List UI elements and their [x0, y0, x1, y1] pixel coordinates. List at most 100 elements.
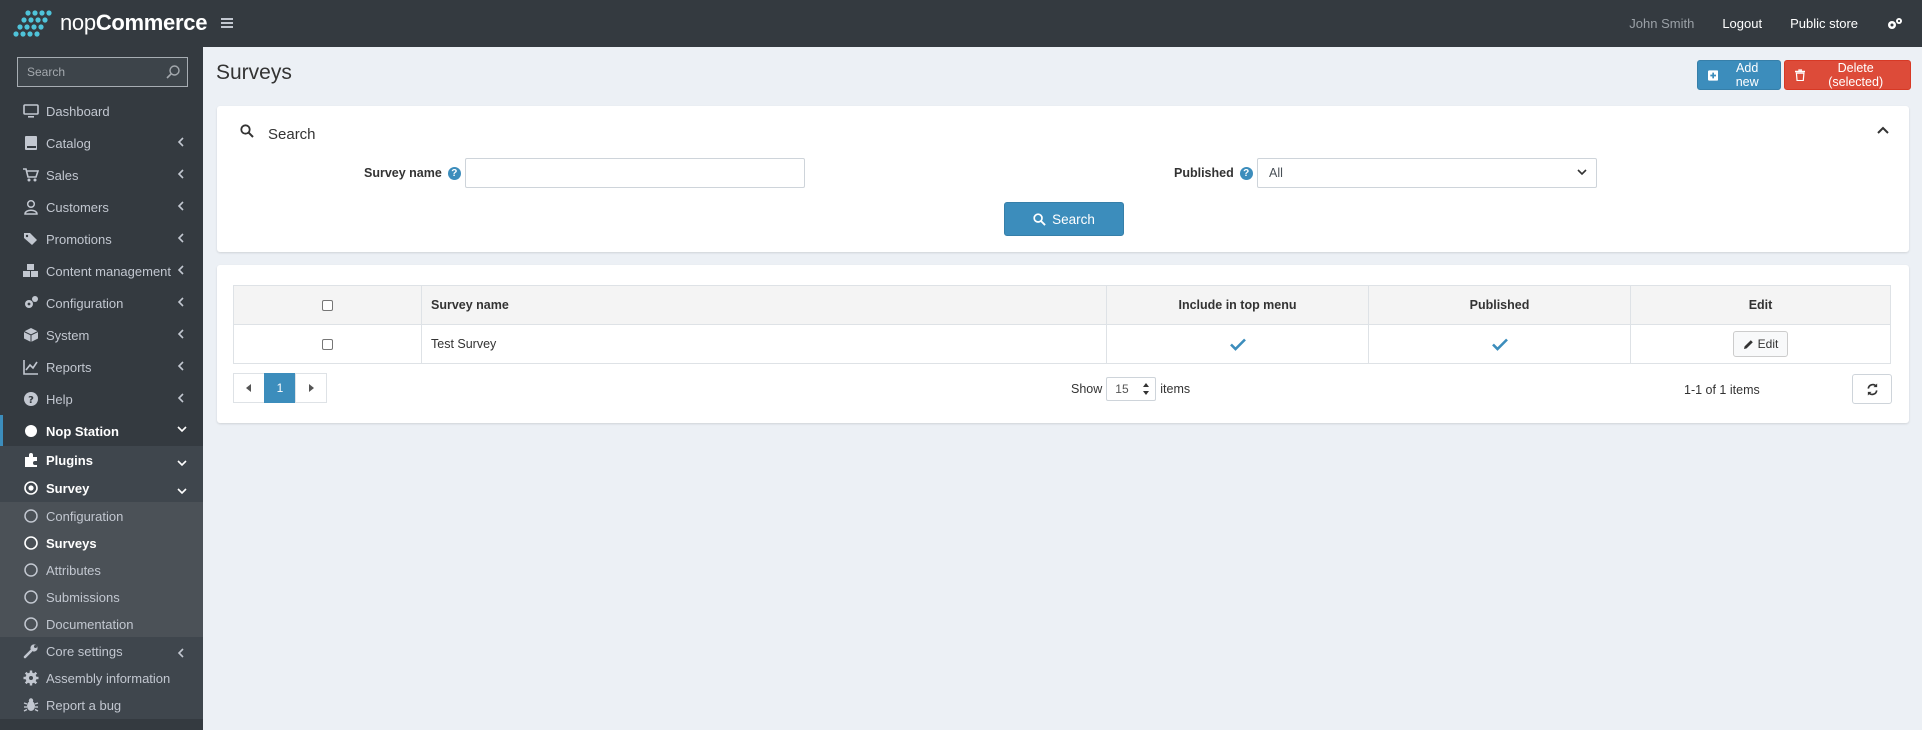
nopcommerce-logo-icon — [13, 10, 52, 37]
sidebar-item-promotions[interactable]: Promotions — [0, 223, 203, 255]
sidebar-item-reports[interactable]: Reports — [0, 351, 203, 383]
sidebar-item-label: System — [46, 328, 90, 343]
sidebar-item-survey[interactable]: Survey — [0, 474, 203, 502]
edit-button[interactable]: Edit — [1732, 331, 1789, 357]
edit-cell: Edit — [1630, 324, 1891, 364]
published-label: Published ? — [1174, 166, 1253, 180]
search-panel: Search Survey name ? Published ? All Sea… — [217, 106, 1909, 252]
published-select[interactable]: All — [1257, 158, 1597, 188]
column-header-include-in-top-menu[interactable]: Include in top menu — [1106, 285, 1369, 325]
main-content: Surveys Add new Delete (selected) Search… — [203, 47, 1922, 730]
select-all-checkbox[interactable] — [322, 299, 333, 311]
survey-name-input[interactable] — [465, 158, 805, 188]
select-all-header — [233, 285, 422, 325]
sidebar-item-surveys[interactable]: Surveys — [0, 529, 203, 556]
sidebar-item-label: Help — [46, 392, 73, 407]
sidebar-item-label: Content management — [46, 264, 172, 279]
chevron-up-icon[interactable] — [1877, 126, 1889, 134]
sidebar-item-core-settings[interactable]: Core settings — [0, 637, 203, 665]
svg-text:?: ? — [28, 395, 34, 406]
chevron-left-icon — [177, 265, 185, 275]
chevron-left-icon — [177, 361, 185, 371]
published-label-text: Published — [1174, 166, 1234, 180]
sidebar-item-label: Surveys — [46, 536, 97, 551]
search-icon[interactable] — [165, 64, 181, 80]
delete-selected-button[interactable]: Delete (selected) — [1784, 60, 1911, 90]
include-in-top-menu-cell — [1106, 324, 1369, 364]
search-button-label: Search — [1052, 211, 1095, 227]
top-navbar: nopCommerce John Smith Logout Public sto… — [0, 0, 1922, 47]
chevron-down-icon — [177, 425, 187, 433]
sidebar-item-dashboard[interactable]: Dashboard — [0, 95, 203, 127]
cubes-icon — [23, 263, 39, 279]
sidebar-item-label: Promotions — [46, 232, 112, 247]
help-question-icon[interactable]: ? — [447, 166, 461, 180]
check-icon — [1491, 338, 1508, 351]
help-question-icon[interactable]: ? — [1239, 166, 1253, 180]
logout-link[interactable]: Logout — [1722, 16, 1762, 31]
add-new-label: Add new — [1735, 61, 1759, 89]
column-header-survey-name[interactable]: Survey name — [421, 285, 1107, 325]
surveys-table: Survey name Include in top menu Publishe… — [233, 285, 1891, 364]
brand-name: nopCommerce — [60, 10, 207, 36]
sidebar-item-label: Nop Station — [46, 424, 119, 439]
sidebar-item-catalog[interactable]: Catalog — [0, 127, 203, 159]
sidebar-item-content-management[interactable]: Content management — [0, 255, 203, 287]
chevron-left-icon — [177, 393, 185, 403]
sidebar-item-label: Catalog — [46, 136, 91, 151]
sidebar-item-label: Configuration — [46, 509, 124, 524]
column-header-edit: Edit — [1630, 285, 1891, 325]
sidebar-item-configuration[interactable]: Configuration — [0, 287, 203, 319]
page-size-select[interactable]: 15 — [1106, 377, 1157, 401]
sidebar-item-submissions[interactable]: Submissions — [0, 583, 203, 610]
sidebar-item-attributes[interactable]: Attributes — [0, 556, 203, 583]
sidebar-item-plugins[interactable]: Plugins — [0, 446, 203, 474]
search-panel-title[interactable]: Search — [268, 126, 316, 143]
next-page-button[interactable] — [295, 373, 327, 403]
sidebar-item-customers[interactable]: Customers — [0, 191, 203, 223]
published-cell — [1368, 324, 1631, 364]
sidebar-item-label: Submissions — [46, 590, 120, 605]
check-icon — [1229, 338, 1246, 351]
sidebar-item-sales[interactable]: Sales — [0, 159, 203, 191]
add-new-button[interactable]: Add new — [1697, 60, 1781, 90]
sidebar-search-input[interactable] — [18, 58, 158, 86]
dot-circle-icon — [23, 480, 39, 496]
published-select-value: All — [1269, 166, 1283, 180]
chevron-down-icon — [177, 459, 187, 467]
chevron-down-icon — [1577, 169, 1587, 176]
current-user[interactable]: John Smith — [1629, 16, 1694, 31]
logo[interactable]: nopCommerce — [12, 8, 207, 38]
settings-gears-icon[interactable] — [1886, 16, 1904, 32]
previous-page-button[interactable] — [233, 373, 265, 403]
sidebar-search — [17, 57, 188, 87]
sidebar-item-survey-configuration[interactable]: Configuration — [0, 502, 203, 529]
public-store-link[interactable]: Public store — [1790, 16, 1858, 31]
sidebar-item-label: Plugins — [46, 453, 93, 468]
monitor-icon — [23, 103, 39, 119]
sidebar-item-label: Documentation — [46, 617, 134, 632]
circle-outline-icon — [23, 589, 39, 605]
sidebar-item-documentation[interactable]: Documentation — [0, 610, 203, 637]
sidebar-item-label: Survey — [46, 481, 90, 496]
book-icon — [23, 135, 39, 151]
sidebar-item-label: Sales — [46, 168, 79, 183]
delete-selected-label: Delete (selected) — [1828, 61, 1884, 89]
chevron-left-icon — [177, 169, 185, 179]
caret-left-icon — [246, 384, 251, 392]
menu-toggle-icon[interactable] — [220, 16, 234, 30]
sidebar-item-assembly-information[interactable]: Assembly information — [0, 665, 203, 691]
circle-outline-icon — [23, 535, 39, 551]
column-header-published[interactable]: Published — [1368, 285, 1631, 325]
refresh-button[interactable] — [1852, 374, 1892, 404]
puzzle-icon — [23, 452, 39, 468]
trash-icon — [1795, 69, 1806, 81]
sidebar-item-system[interactable]: System — [0, 319, 203, 351]
sidebar-item-nop-station[interactable]: Nop Station — [0, 415, 203, 447]
row-checkbox[interactable] — [322, 338, 333, 350]
sidebar-item-help[interactable]: ? Help — [0, 383, 203, 415]
page-button-1[interactable]: 1 — [264, 373, 296, 403]
cart-icon — [23, 167, 39, 183]
search-button[interactable]: Search — [1004, 202, 1124, 236]
sidebar-item-report-a-bug[interactable]: Report a bug — [0, 691, 203, 719]
